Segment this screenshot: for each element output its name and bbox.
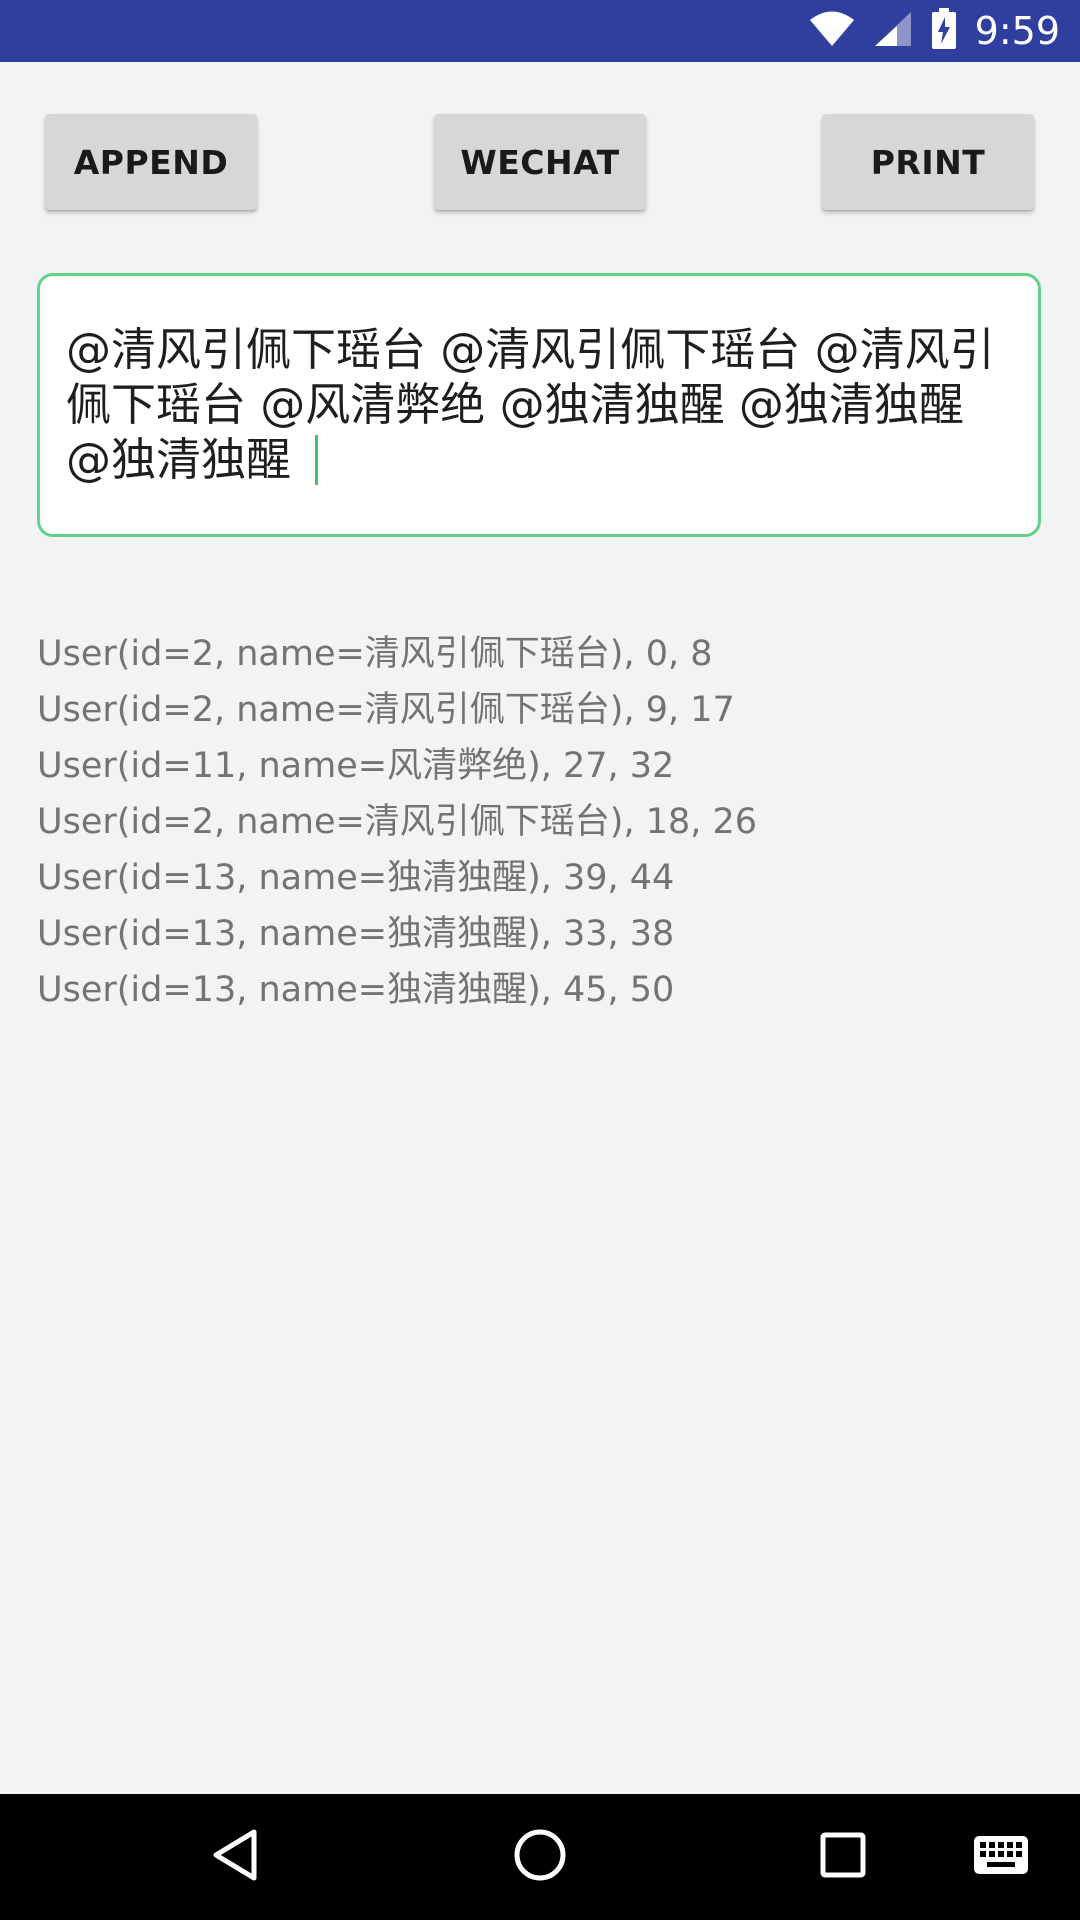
wechat-button[interactable]: WECHAT <box>434 114 646 210</box>
home-button[interactable] <box>485 1794 595 1920</box>
mention-edit-text[interactable]: @清风引佩下瑶台 @清风引佩下瑶台 @清风引佩下瑶台 @风清弊绝 @独清独醒 @… <box>37 273 1041 537</box>
status-bar: 9:59 <box>0 0 1080 62</box>
edit-text-value: @清风引佩下瑶台 @清风引佩下瑶台 @清风引佩下瑶台 @风清弊绝 @独清独醒 @… <box>66 323 995 486</box>
print-button[interactable]: PRINT <box>822 114 1034 210</box>
log-line: User(id=13, name=独清独醒), 33, 38 <box>37 914 675 954</box>
keyboard-icon <box>973 1835 1029 1879</box>
back-icon <box>210 1828 260 1886</box>
battery-charging-icon <box>931 8 957 54</box>
wifi-icon <box>809 11 855 51</box>
log-line: User(id=2, name=清风引佩下瑶台), 9, 17 <box>37 690 735 730</box>
keyboard-switch-button[interactable] <box>946 1794 1056 1920</box>
recents-icon <box>819 1831 867 1883</box>
log-line: User(id=11, name=风清弊绝), 27, 32 <box>37 746 675 786</box>
log-line: User(id=2, name=清风引佩下瑶台), 0, 8 <box>37 634 713 674</box>
log-line: User(id=13, name=独清独醒), 39, 44 <box>37 858 675 898</box>
log-line: User(id=13, name=独清独醒), 45, 50 <box>37 970 675 1010</box>
status-icons: 9:59 <box>809 0 1060 62</box>
signal-icon <box>873 10 913 52</box>
append-button[interactable]: APPEND <box>45 114 257 210</box>
log-line: User(id=2, name=清风引佩下瑶台), 18, 26 <box>37 802 758 842</box>
text-cursor <box>315 435 319 485</box>
navigation-bar <box>0 1794 1080 1920</box>
status-time: 9:59 <box>974 9 1060 53</box>
home-icon <box>513 1828 567 1886</box>
back-button[interactable] <box>180 1794 290 1920</box>
recents-button[interactable] <box>788 1794 898 1920</box>
output-log: User(id=2, name=清风引佩下瑶台), 0, 8 User(id=2… <box>37 626 1037 1018</box>
